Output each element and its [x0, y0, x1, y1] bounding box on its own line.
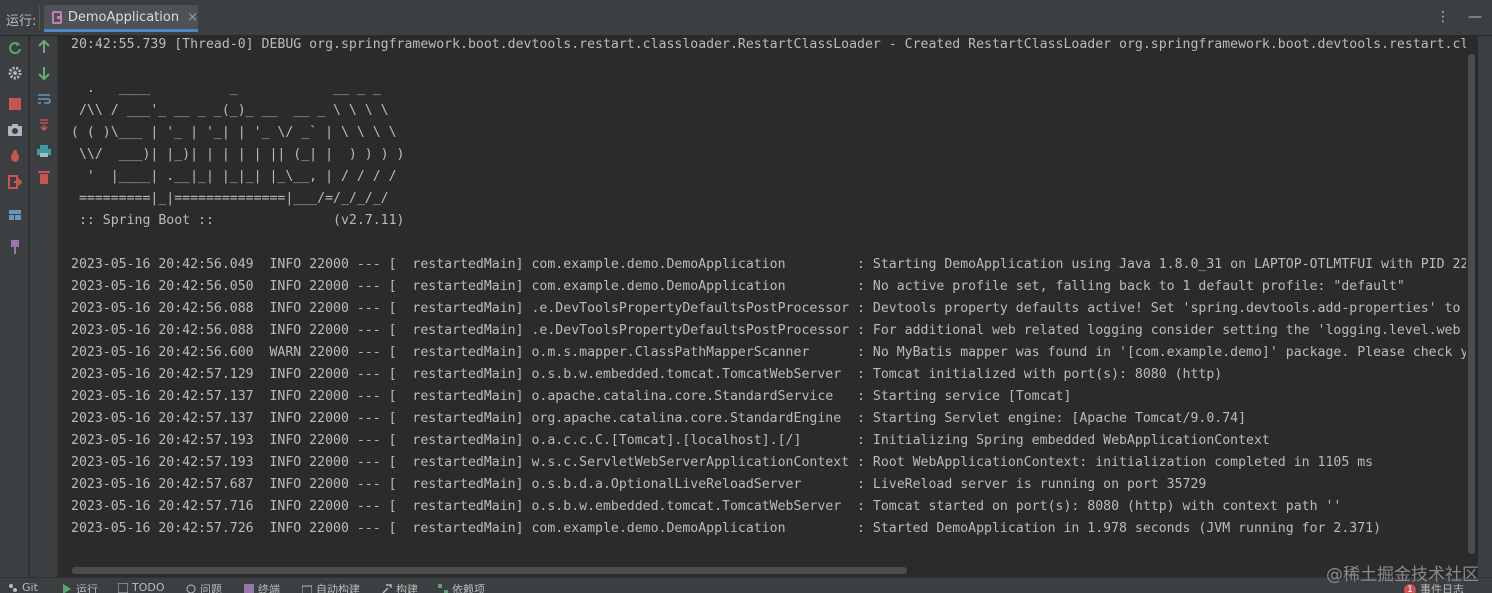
console-line: 2023-05-16 20:42:57.726 INFO 22000 --- […: [71, 521, 1382, 536]
run-icon: [62, 584, 72, 593]
console-line: 2023-05-16 20:42:56.088 INFO 22000 --- […: [71, 323, 1461, 338]
console-line: =========|_|==============|___/=/_/_/_/: [71, 191, 389, 206]
run-actions-toolbar: [0, 36, 29, 577]
right-tool-strip: [1478, 36, 1492, 577]
event-log-button[interactable]: 事件日志: [1420, 581, 1464, 593]
bottom-item-terminal[interactable]: 终端: [244, 581, 280, 593]
console-actions-toolbar: [30, 36, 58, 577]
console-line: . ____ _ __ _ _: [71, 81, 381, 96]
vertical-scrollbar-thumb[interactable]: [1468, 54, 1475, 554]
console-line: 2023-05-16 20:42:56.049 INFO 22000 --- […: [71, 257, 1466, 272]
console-line: 2023-05-16 20:42:57.193 INFO 22000 --- […: [71, 455, 1374, 470]
bottom-tool-window-bar: Git 运行 TODO 问题 终端 自动构建 构建 依赖项: [0, 577, 1492, 593]
rerun-icon[interactable]: [7, 40, 23, 56]
trash-icon[interactable]: [36, 169, 52, 185]
dependency-icon: [438, 584, 448, 593]
arrow-up-icon[interactable]: [36, 39, 52, 55]
console-line: 2023-05-16 20:42:57.137 INFO 22000 --- […: [71, 389, 1072, 404]
console-line: 2023-05-16 20:42:57.137 INFO 22000 --- […: [71, 411, 1247, 426]
console-line: :: Spring Boot :: (v2.7.11): [71, 213, 405, 228]
stop-icon[interactable]: [7, 96, 23, 112]
console-line: /\\ / ___'_ __ _ _(_)_ __ __ _ \ \ \ \: [71, 103, 389, 118]
terminal-icon: [244, 584, 254, 593]
console-line: 2023-05-16 20:42:56.050 INFO 22000 --- […: [71, 279, 1405, 294]
console-line: ( ( )\___ | '_ | '_| | '_ \/ _` | \ \ \ …: [71, 125, 397, 140]
console-line: 2023-05-16 20:42:57.129 INFO 22000 --- […: [71, 367, 1223, 382]
horizontal-scrollbar-thumb[interactable]: [72, 567, 907, 574]
console-line: 2023-05-16 20:42:56.088 INFO 22000 --- […: [71, 301, 1461, 316]
exit-icon[interactable]: [7, 174, 23, 190]
scroll-to-end-icon[interactable]: [36, 117, 52, 133]
application-icon: [52, 10, 62, 24]
hammer-icon: [382, 584, 392, 593]
minimize-icon[interactable]: —: [1468, 9, 1482, 25]
tab-title: DemoApplication: [67, 9, 180, 25]
console-output[interactable]: 20:42:55.739 [Thread-0] DEBUG org.spring…: [59, 36, 1466, 577]
vertical-scrollbar[interactable]: [1466, 36, 1478, 577]
bottom-item-run[interactable]: 运行: [62, 581, 98, 593]
problems-icon: [186, 584, 196, 593]
print-icon[interactable]: [36, 143, 52, 159]
bottom-item-git[interactable]: Git: [8, 581, 38, 593]
tab-demo-application[interactable]: DemoApplication ×: [44, 5, 198, 32]
header-actions: ⋮ —: [1436, 9, 1482, 25]
console-line: 20:42:55.739 [Thread-0] DEBUG org.spring…: [71, 37, 1466, 52]
pin-icon[interactable]: [7, 239, 23, 255]
console-text: 20:42:55.739 [Thread-0] DEBUG org.spring…: [71, 36, 1466, 540]
more-options-icon[interactable]: ⋮: [1436, 9, 1450, 25]
soft-wrap-icon[interactable]: [36, 91, 52, 107]
bottom-item-problems[interactable]: 问题: [186, 581, 222, 593]
console-line: \\/ ___)| |_)| | | | | || (_| | ) ) ) ): [71, 147, 405, 162]
arrow-down-icon[interactable]: [36, 65, 52, 81]
console-line: 2023-05-16 20:42:57.687 INFO 22000 --- […: [71, 477, 1207, 492]
run-label: 运行:: [6, 14, 37, 29]
console-line: 2023-05-16 20:42:57.193 INFO 22000 --- […: [71, 433, 1270, 448]
run-tool-window-header: 运行: DemoApplication × ⋮ —: [0, 0, 1492, 36]
close-icon[interactable]: ×: [187, 10, 198, 25]
console-line: 2023-05-16 20:42:57.716 INFO 22000 --- […: [71, 499, 1342, 514]
settings-icon[interactable]: [7, 65, 23, 81]
bottom-item-auto-build[interactable]: 自动构建: [301, 581, 360, 593]
console-line: 2023-05-16 20:42:56.600 WARN 22000 --- […: [71, 345, 1466, 360]
todo-icon: [117, 582, 129, 593]
layout-icon[interactable]: [7, 207, 23, 223]
bottom-item-dependencies[interactable]: 依赖项: [438, 581, 485, 593]
build-icon: [301, 584, 313, 593]
bottom-item-todo[interactable]: TODO: [117, 581, 165, 593]
event-count-badge: 1: [1404, 584, 1416, 593]
console-line: ' |____| .__|_| |_|_| |_\__, | / / / /: [71, 169, 397, 184]
debug-icon[interactable]: [7, 148, 23, 164]
separator: [39, 6, 40, 30]
git-icon: [8, 583, 18, 593]
bottom-item-build[interactable]: 构建: [382, 581, 418, 593]
camera-icon[interactable]: [7, 122, 23, 138]
